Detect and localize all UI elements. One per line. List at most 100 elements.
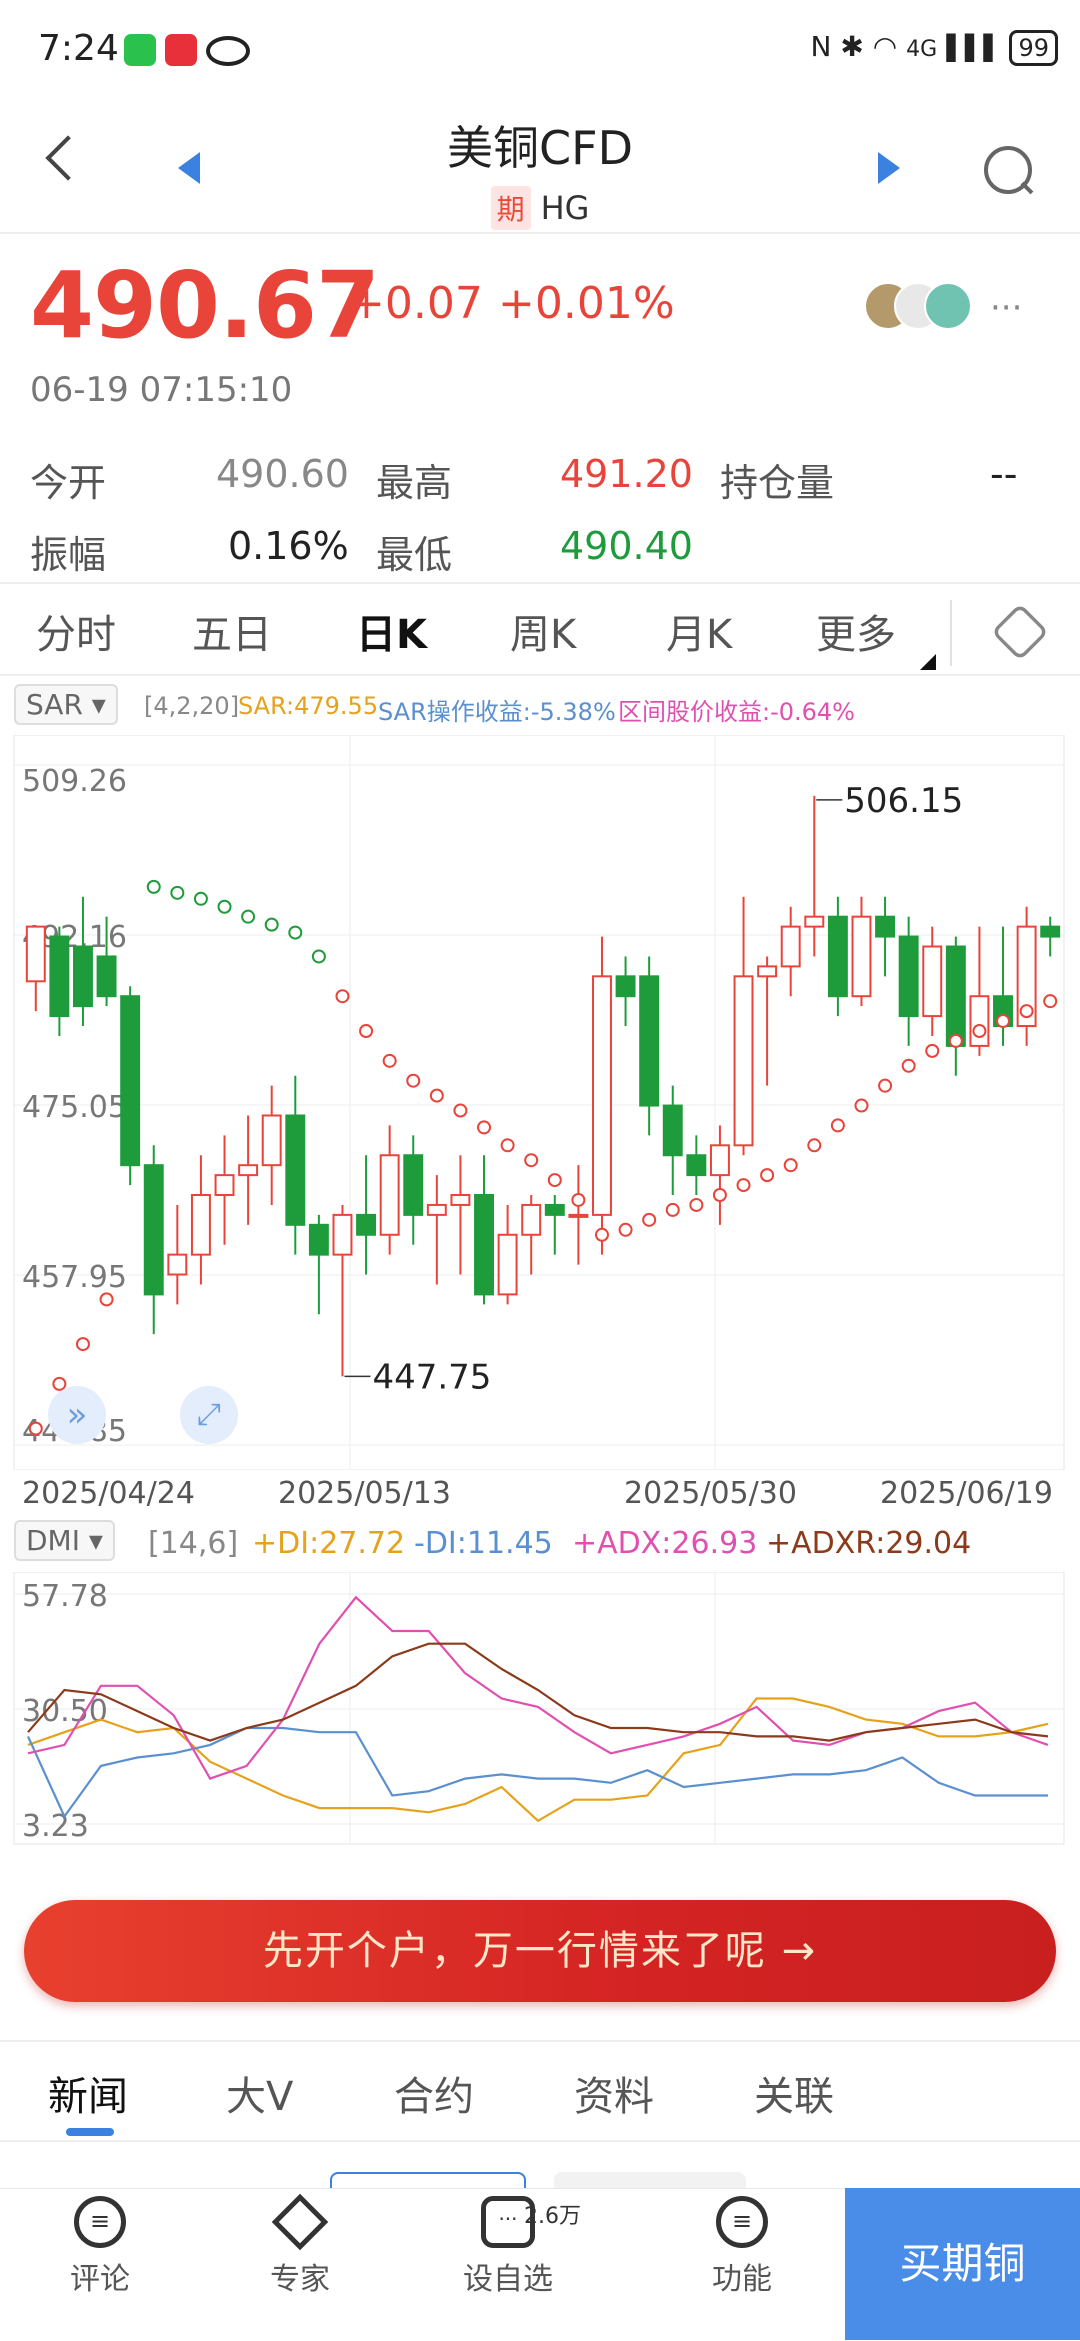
sar-point — [830, 1118, 845, 1133]
sar-point — [524, 1153, 539, 1168]
status-time: 7:24 — [38, 28, 119, 69]
candle-body — [804, 915, 825, 928]
dmi-name: DMI — [26, 1524, 80, 1557]
min-price-label: 447.75 — [372, 1357, 491, 1397]
comment-icon: ≡ — [74, 2196, 126, 2248]
candle-body — [120, 995, 141, 1167]
tab-intraday[interactable]: 分时 — [36, 602, 116, 660]
sar-point — [241, 909, 256, 924]
sar-point — [925, 1043, 940, 1058]
tab-more[interactable]: 更多 — [816, 602, 896, 660]
candle-body — [238, 1164, 259, 1177]
x-tick-label: 2025/05/13 — [278, 1476, 451, 1511]
candle-body — [662, 1104, 683, 1157]
sar-point — [854, 1098, 869, 1113]
sar-point — [594, 1227, 609, 1242]
fullscreen-icon[interactable]: ⤢ — [180, 1386, 238, 1444]
tab-daily-k[interactable]: 日K — [356, 602, 427, 660]
tab-five-day[interactable]: 五日 — [192, 602, 272, 660]
page-title: 美铜CFD — [447, 121, 633, 175]
function-button[interactable]: ≡ 功能 — [682, 2196, 802, 2298]
sar-point — [146, 879, 161, 894]
news-tab-news[interactable]: 新闻 — [48, 2064, 128, 2122]
open-account-banner[interactable]: 先开个户，万一行情来了呢 → — [24, 1900, 1056, 2002]
sar-point — [901, 1058, 916, 1073]
sar-point — [878, 1078, 893, 1093]
low-label: 最低 — [376, 533, 453, 577]
comment-label: 评论 — [70, 2262, 130, 2297]
candle-body — [568, 1213, 589, 1218]
chart-frame — [13, 735, 1065, 1470]
amplitude-value: 0.16% — [228, 524, 349, 568]
watchlist-count: 2.6万 — [524, 2204, 581, 2229]
indicator-select-sar[interactable]: SAR ▾ — [14, 684, 118, 725]
news-tab-contract[interactable]: 合约 — [394, 2064, 474, 2122]
candle-body — [544, 1203, 565, 1216]
news-tab-related[interactable]: 关联 — [754, 2064, 834, 2122]
candle-body — [615, 975, 636, 998]
tab-monthly-k[interactable]: 月K — [666, 602, 732, 660]
avatar-group[interactable] — [864, 282, 980, 330]
candle-body — [497, 1233, 518, 1296]
open-value: 490.60 — [216, 452, 349, 496]
candle-body — [686, 1154, 707, 1177]
sar-point — [335, 989, 350, 1004]
sar-point — [736, 1178, 751, 1193]
settings-icon[interactable] — [991, 603, 1049, 661]
news-tab-profile[interactable]: 资料 — [574, 2064, 654, 2122]
candlestick-chart[interactable]: 509.26492.16475.05457.95440.85506.15447.… — [0, 735, 1080, 1470]
candle-body — [757, 965, 778, 978]
candle-body — [851, 915, 872, 998]
sar-point — [170, 885, 185, 900]
dmi-chart[interactable]: 57.7830.503.23 — [0, 1572, 1080, 1848]
indicator-select-dmi[interactable]: DMI ▾ — [14, 1520, 115, 1561]
price-change-pct: +0.01% — [498, 278, 675, 329]
sar-point — [382, 1053, 397, 1068]
candle-body — [96, 955, 117, 998]
add-watchlist-label: 设自选 — [463, 2262, 553, 2297]
sar-point — [571, 1192, 586, 1207]
tab-weekly-k[interactable]: 周K — [510, 602, 576, 660]
sar-point — [972, 1023, 987, 1038]
tabs-divider — [0, 674, 1080, 676]
stats-divider — [0, 582, 1080, 584]
more-icon[interactable]: ··· — [990, 288, 1022, 328]
sar-point — [500, 1138, 515, 1153]
candle-body — [709, 1144, 730, 1177]
menu-icon: ≡ — [716, 2196, 768, 2248]
candle-body — [379, 1154, 400, 1236]
contract-code: HG — [540, 189, 590, 227]
chevron-down-icon — [920, 654, 936, 670]
sar-point — [477, 1120, 492, 1135]
candle-body — [73, 945, 93, 1008]
amplitude-label: 振幅 — [30, 533, 107, 577]
quote-timestamp: 06-19 07:15:10 — [30, 370, 293, 410]
news-tab-bigv[interactable]: 大V — [226, 2064, 293, 2122]
candle-body — [261, 1114, 282, 1167]
candle-body — [143, 1164, 164, 1296]
sar-point — [217, 899, 232, 914]
comment-button[interactable]: ≡ 评论 — [40, 2196, 160, 2298]
open-interest-label: 持仓量 — [720, 461, 835, 505]
candle-body — [49, 935, 70, 1018]
expand-sidebar-icon[interactable]: » — [48, 1386, 106, 1444]
signal-icon: 4G — [906, 37, 938, 62]
news-divider — [0, 2140, 1080, 2142]
dmi-adx: +ADX:26.93 — [572, 1526, 758, 1561]
buy-futures-button[interactable]: 买期铜 — [845, 2188, 1080, 2340]
wechat-icon — [124, 34, 156, 66]
candle-body — [733, 975, 754, 1147]
candle-body — [214, 1174, 235, 1197]
expert-label: 专家 — [270, 2262, 330, 2297]
expert-button[interactable]: 专家 — [240, 2193, 360, 2298]
tab-separator — [950, 600, 952, 666]
sar-params: [4,2,20] — [144, 692, 240, 720]
sar-point — [75, 1337, 90, 1352]
candle-body — [190, 1194, 211, 1256]
sar-point — [618, 1222, 633, 1237]
sar-point — [193, 891, 208, 906]
next-contract-icon[interactable] — [878, 152, 900, 184]
candle-body — [167, 1253, 188, 1276]
candle-body — [285, 1114, 306, 1226]
sar-point — [783, 1158, 798, 1173]
